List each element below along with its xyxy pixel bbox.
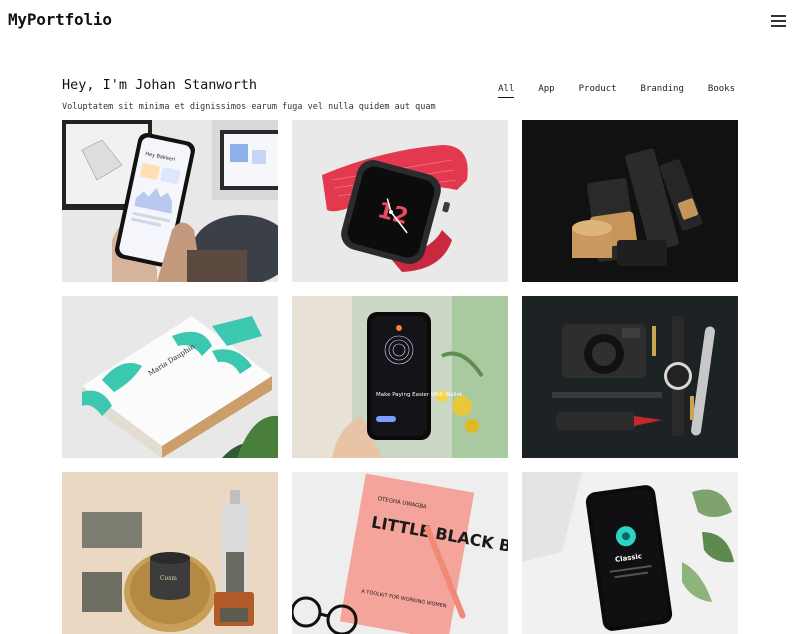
flatlay-image [522,296,738,458]
smartwatch-image: 12 [292,120,508,282]
filter-branding[interactable]: Branding [641,84,684,98]
intro-section: Hey, I'm Johan Stanworth Voluptatem sit … [62,77,482,112]
portfolio-item-cosmetics[interactable] [522,120,738,282]
portfolio-item-payment-app[interactable]: Make Paying Easier With Wallet. [292,296,508,458]
classic-app-image: Classic [522,472,738,634]
portfolio-item-skincare[interactable]: Cosm [62,472,278,634]
payment-phone-text: Make Paying Easier With Wallet. [376,392,464,398]
book-image: Maria Dauphin [62,296,278,458]
phone-app-image: Hey Bakker! [62,120,278,282]
menu-line [771,15,786,17]
filter-app[interactable]: App [538,84,554,98]
portfolio-item-book[interactable]: Maria Dauphin [62,296,278,458]
portfolio-item-phone-app[interactable]: Hey Bakker! [62,120,278,282]
skincare-image: Cosm [62,472,278,634]
portfolio-item-smartwatch[interactable]: 12 [292,120,508,282]
filter-all[interactable]: All [498,84,515,98]
cosmetics-image [522,120,738,282]
menu-line [771,20,786,22]
hamburger-menu-icon[interactable] [771,15,786,27]
payment-app-image: Make Paying Easier With Wallet. [292,296,508,458]
filter-books[interactable]: Books [708,84,735,98]
portfolio-grid: Hey Bakker! 12 Maria Dauphin Make Paying… [62,120,738,634]
menu-line [771,25,786,27]
filter-product[interactable]: Product [579,84,617,98]
portfolio-item-classic-app[interactable]: Classic [522,472,738,634]
portfolio-filters: All App Product Branding Books [474,84,735,98]
page-title: Hey, I'm Johan Stanworth [62,77,258,93]
portfolio-item-black-book[interactable]: OTEGHA UWAGBA LITTLE BLACK BOOK A TOOLKI… [292,472,508,634]
site-logo[interactable]: MyPortfolio [8,10,112,29]
jar-label-text: Cosm [160,575,177,582]
site-header: MyPortfolio [0,0,800,44]
black-book-image: OTEGHA UWAGBA LITTLE BLACK BOOK A TOOLKI… [292,472,508,634]
page-subtitle: Voluptatem sit minima et dignissimos ear… [62,102,436,112]
portfolio-item-flatlay[interactable] [522,296,738,458]
